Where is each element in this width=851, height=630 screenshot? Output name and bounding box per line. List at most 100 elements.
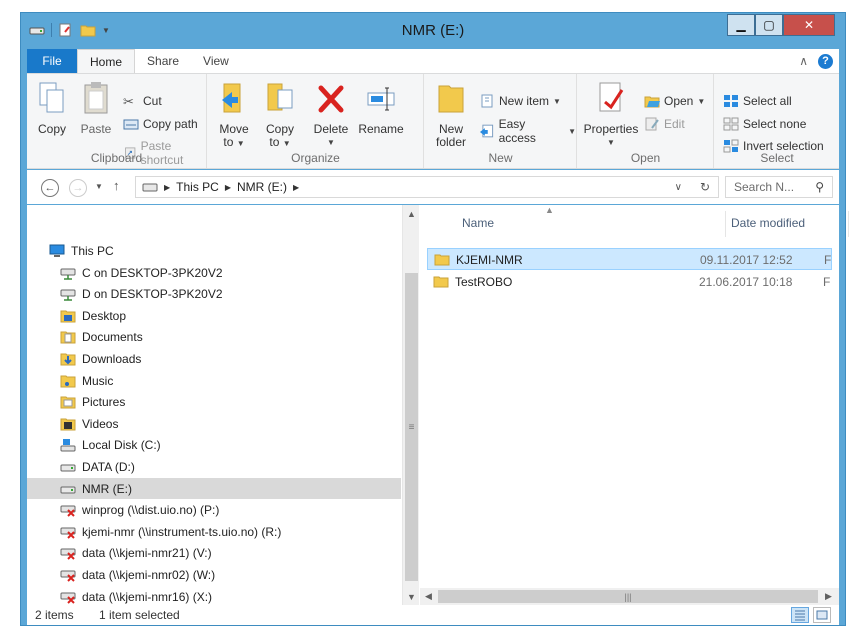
large-icons-view-button[interactable] bbox=[813, 607, 831, 623]
breadcrumb-nmr[interactable]: NMR (E:) bbox=[237, 180, 287, 194]
explorer-window: ▼ NMR (E:) ▁ ▢ ✕ File Home Share View ∧ … bbox=[20, 12, 849, 626]
edit-button[interactable]: Edit bbox=[644, 117, 685, 131]
tab-share[interactable]: Share bbox=[135, 49, 191, 73]
easy-access-button[interactable]: Easy access ▼ bbox=[479, 117, 576, 145]
file-row[interactable]: KJEMI-NMR 09.11.2017 12:52 F bbox=[427, 248, 832, 270]
breadcrumb-this-pc[interactable]: This PC bbox=[176, 180, 219, 194]
maximize-button[interactable]: ▢ bbox=[755, 14, 783, 36]
sidebar-item-label: winprog (\\dist.uio.no) (P:) bbox=[82, 503, 220, 518]
desktop-folder-icon bbox=[60, 310, 76, 323]
sidebar-item-winprog-dist-uio-no-p[interactable]: winprog (\\dist.uio.no) (P:) bbox=[27, 500, 401, 521]
delete-icon bbox=[318, 85, 344, 113]
minimize-ribbon-icon[interactable]: ∧ bbox=[799, 54, 808, 68]
sidebar-item-this-pc[interactable]: This PC bbox=[27, 240, 401, 261]
sidebar-item-d-on-desktop-3pk20v2[interactable]: D on DESKTOP-3PK20V2 bbox=[27, 284, 401, 305]
tab-view[interactable]: View bbox=[191, 49, 241, 73]
new-item-button[interactable]: New item ▼ bbox=[479, 94, 561, 108]
details-view-button[interactable] bbox=[791, 607, 809, 623]
recent-locations-icon[interactable]: ▼ bbox=[95, 182, 103, 191]
sidebar-item-kjemi-nmr-instrument-ts-uio-no-r[interactable]: kjemi-nmr (\\instrument-ts.uio.no) (R:) bbox=[27, 521, 401, 542]
sidebar-item-label: Desktop bbox=[82, 308, 127, 323]
documents-folder-icon bbox=[60, 331, 76, 344]
new-folder-button[interactable]: New folder bbox=[431, 80, 471, 149]
properties-icon bbox=[599, 82, 624, 112]
sidebar-item-music[interactable]: Music bbox=[27, 370, 401, 391]
sidebar-item-label: data (\\kjemi-nmr02) (W:) bbox=[82, 567, 216, 582]
search-placeholder: Search N... bbox=[734, 180, 795, 194]
navigation-scrollbar[interactable]: ▲ ≡ ▼ bbox=[402, 205, 419, 605]
column-header-name[interactable]: Name bbox=[462, 216, 494, 230]
drive-icon bbox=[142, 183, 158, 192]
copy-to-button[interactable]: Copy to ▼ bbox=[260, 80, 300, 150]
copy-to-icon bbox=[267, 83, 293, 111]
column-header-date-modified[interactable]: Date modified bbox=[731, 216, 805, 230]
scroll-right-icon[interactable]: ▶ bbox=[820, 588, 837, 605]
minimize-button[interactable]: ▁ bbox=[727, 14, 755, 36]
easy-access-label: Easy access bbox=[498, 117, 536, 145]
sidebar-item-data-kjemi-nmr21-v[interactable]: data (\\kjemi-nmr21) (V:) bbox=[27, 543, 401, 564]
rename-button[interactable]: Rename bbox=[356, 80, 406, 136]
tab-file[interactable]: File bbox=[27, 49, 77, 73]
sidebar-item-icon-wrap bbox=[60, 352, 76, 366]
refresh-icon[interactable]: ↻ bbox=[688, 180, 718, 194]
sidebar-item-downloads[interactable]: Downloads bbox=[27, 348, 401, 369]
sidebar-item-data-kjemi-nmr02-w[interactable]: data (\\kjemi-nmr02) (W:) bbox=[27, 564, 401, 585]
scroll-down-icon[interactable]: ▼ bbox=[403, 588, 420, 605]
sidebar-item-icon-wrap bbox=[60, 287, 76, 301]
copy-path-button[interactable]: Copy path bbox=[123, 117, 198, 131]
disconnected-drive-icon bbox=[60, 570, 76, 582]
scissors-icon: ✂ bbox=[123, 94, 134, 109]
forward-button[interactable]: → bbox=[69, 179, 87, 197]
scroll-left-icon[interactable]: ◀ bbox=[420, 588, 437, 605]
disconnected-drive-icon bbox=[60, 548, 76, 561]
paste-label: Paste bbox=[80, 122, 112, 136]
select-none-button[interactable]: Select none bbox=[723, 117, 806, 131]
cut-button[interactable]: ✂ Cut bbox=[123, 94, 162, 109]
sidebar-item-videos[interactable]: Videos bbox=[27, 413, 401, 434]
sidebar-item-icon-wrap bbox=[60, 460, 76, 474]
delete-button[interactable]: Delete ▼ bbox=[308, 80, 354, 149]
file-list-pane: ▲ Name Date modified T KJEMI-NMR 09.11.2… bbox=[420, 205, 849, 605]
ribbon: Copy Paste ✂ Cut Copy path Paste shortcu… bbox=[27, 73, 839, 169]
disconnected-drive-icon bbox=[60, 527, 76, 539]
edit-icon bbox=[645, 117, 659, 131]
clipboard-group-label: Clipboard bbox=[90, 151, 143, 165]
select-none-icon bbox=[723, 117, 739, 131]
horizontal-scrollbar-thumb[interactable]: ||| bbox=[438, 590, 818, 603]
open-button[interactable]: Open ▼ bbox=[644, 94, 705, 108]
sidebar-item-documents[interactable]: Documents bbox=[27, 327, 401, 348]
scrollbar-thumb[interactable]: ≡ bbox=[405, 273, 418, 581]
column-divider[interactable] bbox=[725, 211, 726, 237]
scroll-up-icon[interactable]: ▲ bbox=[403, 205, 420, 222]
sidebar-item-desktop[interactable]: Desktop bbox=[27, 305, 401, 326]
back-button[interactable]: ← bbox=[41, 179, 59, 197]
videos-folder-icon bbox=[60, 418, 76, 431]
new-group-label: New bbox=[488, 151, 513, 165]
select-all-button[interactable]: Select all bbox=[723, 94, 792, 108]
sidebar-item-pictures[interactable]: Pictures bbox=[27, 392, 401, 413]
file-row[interactable]: TestROBO 21.06.2017 10:18 F bbox=[427, 271, 832, 293]
close-button[interactable]: ✕ bbox=[783, 14, 835, 36]
sidebar-item-data-kjemi-nmr16-x[interactable]: data (\\kjemi-nmr16) (X:) bbox=[27, 586, 401, 605]
file-name: KJEMI-NMR bbox=[456, 253, 523, 267]
address-dropdown-icon[interactable]: ∨ bbox=[675, 182, 682, 193]
address-field[interactable]: ▶ This PC ▶ NMR (E:) ▶ ∨ ↻ bbox=[135, 176, 719, 198]
horizontal-scrollbar[interactable]: ◀ ||| ▶ bbox=[420, 588, 839, 605]
tab-home[interactable]: Home bbox=[77, 49, 136, 73]
column-divider[interactable] bbox=[848, 211, 849, 237]
ribbon-tabs: File Home Share View ∧ ? bbox=[27, 49, 839, 73]
search-input[interactable]: Search N... ⚲ bbox=[725, 176, 833, 198]
sidebar-item-nmr-e[interactable]: NMR (E:) bbox=[27, 478, 401, 499]
properties-button[interactable]: Properties ▼ bbox=[582, 80, 640, 149]
move-to-button[interactable]: Move to ▼ bbox=[214, 80, 254, 150]
help-icon[interactable]: ? bbox=[818, 53, 833, 69]
sidebar-item-local-disk-c[interactable]: Local Disk (C:) bbox=[27, 435, 401, 456]
sidebar-item-data-d[interactable]: DATA (D:) bbox=[27, 456, 401, 477]
window-title: NMR (E:) bbox=[401, 22, 465, 39]
paste-button[interactable]: Paste bbox=[77, 80, 115, 136]
up-arrow-icon[interactable]: ↑ bbox=[113, 178, 120, 193]
new-item-label: New item bbox=[499, 94, 550, 108]
sidebar-item-label: Pictures bbox=[82, 395, 126, 410]
sidebar-item-c-on-desktop-3pk20v2[interactable]: C on DESKTOP-3PK20V2 bbox=[27, 262, 401, 283]
copy-button[interactable]: Copy bbox=[35, 80, 69, 136]
